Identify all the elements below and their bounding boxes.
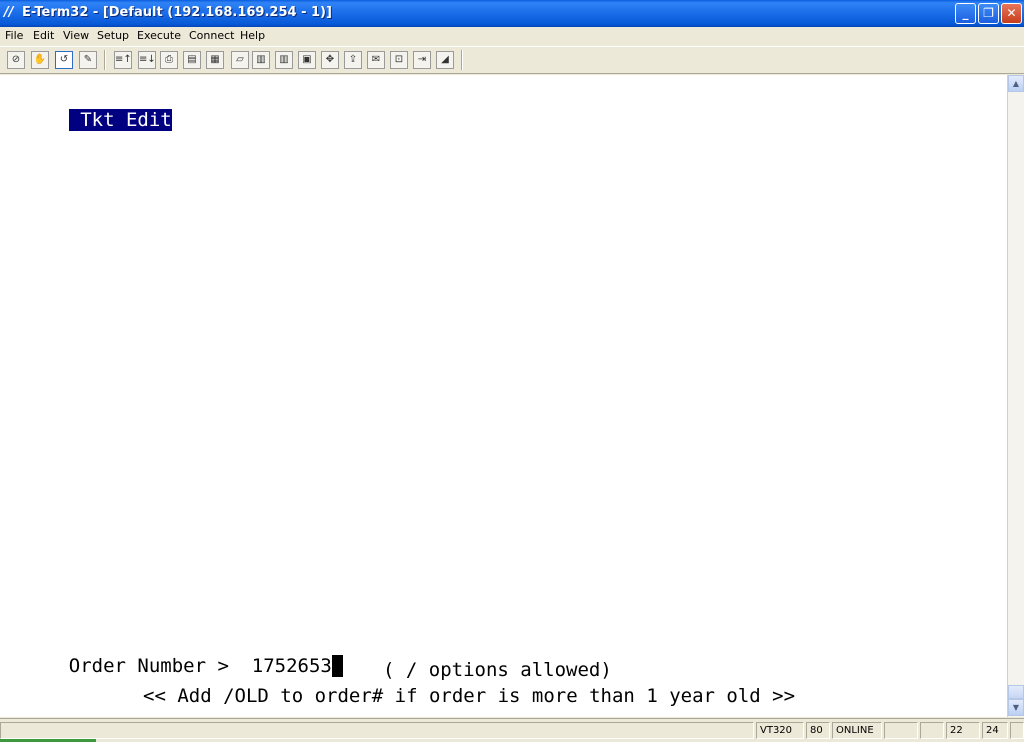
resize-icon[interactable]: ◢	[436, 51, 454, 69]
menu-execute[interactable]: Execute	[137, 29, 181, 42]
scroll-down-icon[interactable]: ▼	[1008, 699, 1024, 716]
send-down-icon[interactable]: ≡↓	[138, 51, 156, 69]
status-blank-pane	[884, 722, 918, 739]
menu-bar: File Edit View Setup Execute Connect Hel…	[0, 27, 1024, 45]
edit-icon[interactable]: ✎	[79, 51, 97, 69]
screen-header: Tkt Edit	[68, 109, 172, 131]
document-icon[interactable]: ▥	[252, 51, 270, 69]
paste-icon[interactable]: ▦	[206, 51, 224, 69]
hand-icon[interactable]: ✋	[31, 51, 49, 69]
maximize-button[interactable]: ❐	[978, 3, 999, 24]
menu-connect[interactable]: Connect	[189, 29, 234, 42]
send-up-icon[interactable]: ≡↑	[114, 51, 132, 69]
text-cursor	[331, 655, 343, 677]
status-col: 24	[982, 722, 1008, 739]
app-icon: //	[4, 5, 14, 20]
copy-icon[interactable]: ▤	[183, 51, 201, 69]
toolbar-separator	[461, 50, 463, 70]
status-emulation: VT320	[756, 722, 804, 739]
toolbar: ⊘ ✋ ↺ ✎ ≡↑ ≡↓ ⎙ ▤ ▦ ▱ ▥ ▥ ▣ ✥ ⇪ ✉ ⊡ ⇥ ◢	[0, 46, 1024, 74]
menu-setup[interactable]: Setup	[97, 29, 129, 42]
resize-grip-icon[interactable]	[1010, 722, 1024, 739]
order-number-label: Order Number >	[68, 655, 252, 677]
minimize-button[interactable]: _	[955, 3, 976, 24]
mail-icon[interactable]: ✉	[367, 51, 385, 69]
columns-icon[interactable]: ▥	[275, 51, 293, 69]
upload-icon[interactable]: ⇪	[344, 51, 362, 69]
close-button[interactable]: ✕	[1001, 3, 1022, 24]
move-icon[interactable]: ✥	[321, 51, 339, 69]
status-bar: VT320 80 ONLINE 22 24	[0, 718, 1024, 742]
capture-icon[interactable]: ⊡	[390, 51, 408, 69]
screen-132-icon[interactable]: ▣	[298, 51, 316, 69]
status-blank-pane-2	[920, 722, 944, 739]
status-message-pane	[0, 722, 754, 739]
scroll-up-icon[interactable]: ▲	[1008, 75, 1024, 92]
old-order-hint: << Add /OLD to order# if order is more t…	[143, 685, 796, 707]
status-row: 22	[946, 722, 980, 739]
toolbar-separator	[104, 50, 106, 70]
status-connection: ONLINE	[832, 722, 882, 739]
vertical-scrollbar[interactable]: ▲ ▼	[1007, 75, 1024, 717]
options-hint: ( / options allowed)	[383, 659, 612, 681]
title-bar[interactable]: // E-Term32 - [Default (192.168.169.254 …	[0, 0, 1024, 27]
menu-view[interactable]: View	[63, 29, 89, 42]
print-icon[interactable]: ⎙	[160, 51, 178, 69]
status-columns: 80	[806, 722, 830, 739]
clear-icon[interactable]: ▱	[231, 51, 249, 69]
terminal-screen[interactable]: Tkt Edit Order Number > 1752653 ( / opti…	[0, 75, 1007, 717]
disconnect-icon[interactable]: ⊘	[7, 51, 25, 69]
connect-icon[interactable]: ↺	[55, 51, 73, 69]
order-number-value[interactable]: 1752653	[252, 655, 332, 677]
scroll-thumb[interactable]	[1008, 685, 1024, 699]
menu-file[interactable]: File	[5, 29, 23, 42]
window-title: E-Term32 - [Default (192.168.169.254 - 1…	[22, 5, 332, 20]
exit-icon[interactable]: ⇥	[413, 51, 431, 69]
menu-help[interactable]: Help	[240, 29, 265, 42]
menu-edit[interactable]: Edit	[33, 29, 54, 42]
